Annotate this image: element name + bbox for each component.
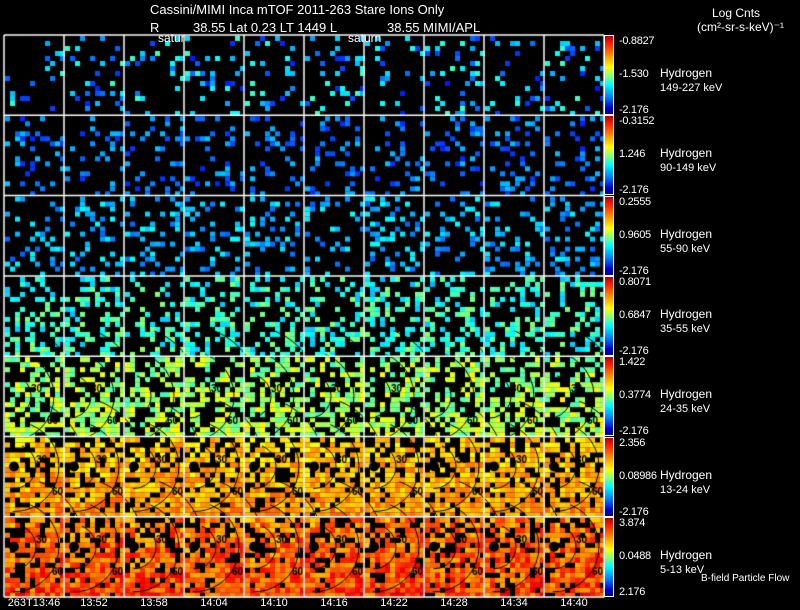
time-tick-label: 14:28 — [440, 597, 468, 609]
ephemeris-info: 38.55 Lat 0.23 LT 1449 L — [193, 20, 338, 35]
time-tick-label: 14:22 — [380, 597, 408, 609]
time-tick-label: 263T13:46 — [7, 597, 61, 609]
colorbar — [604, 437, 614, 517]
energy-range-label: 13-24 keV — [660, 484, 711, 496]
energy-range-label: 90-149 keV — [660, 162, 717, 174]
species-label: Hydrogen — [660, 387, 713, 401]
colorbar-mid-label: -1.530 — [619, 68, 649, 80]
time-tick-label: 14:10 — [260, 597, 288, 609]
ephemeris-l-value: 38.55 MIMI/APL — [387, 20, 481, 35]
colorbar-mid-label: 0.3774 — [619, 389, 651, 401]
colorbar-max-label: 1.422 — [619, 356, 646, 368]
species-label: Hydrogen — [660, 468, 713, 482]
colorbar — [604, 517, 614, 597]
colorbar — [604, 115, 614, 195]
energy-range-label: 149-227 keV — [660, 82, 723, 94]
colorbar — [604, 356, 614, 436]
energy-range-label: 35-55 keV — [660, 323, 711, 335]
time-tick-label: 14:40 — [560, 597, 588, 609]
colorbar-min-label: 2.176 — [619, 586, 646, 598]
colorbar-max-label: -0.3152 — [619, 115, 655, 127]
plot-title: Cassini/MIMI Inca mTOF 2011-263 Stare Io… — [150, 2, 445, 17]
colorbar-max-label: -0.8827 — [619, 35, 655, 47]
colorbar-max-label: 0.2555 — [619, 196, 651, 208]
species-label: Hydrogen — [660, 227, 713, 241]
species-label: Hydrogen — [660, 548, 713, 562]
colorbar-mid-label: 0.0488 — [619, 550, 651, 562]
species-label: Hydrogen — [660, 66, 713, 80]
b-field-particle-flow-label: B-field Particle Flow — [701, 573, 790, 584]
species-label: Hydrogen — [660, 307, 713, 321]
overlay-text-satur: satur — [158, 31, 185, 45]
colorbar-max-label: 0.8071 — [619, 276, 651, 288]
colorbar-max-label: 2.356 — [619, 437, 646, 449]
time-tick-label: 14:16 — [320, 597, 348, 609]
time-tick-label: 13:52 — [80, 597, 108, 609]
energy-range-label: 24-35 keV — [660, 403, 711, 415]
colorbar — [604, 35, 614, 115]
colorbar-max-label: 3.874 — [619, 517, 646, 529]
time-tick-label: 14:34 — [500, 597, 528, 609]
colorbar-mid-label: 0.08986 — [619, 470, 657, 482]
colorbar — [604, 276, 614, 356]
colorbar — [604, 196, 614, 276]
colorbar-mid-label: 0.9605 — [619, 229, 651, 241]
species-label: Hydrogen — [660, 146, 713, 160]
colorbar-mid-label: 0.6847 — [619, 309, 651, 321]
units-formula: (cm²-sr-s-keV)⁻¹ — [697, 20, 784, 34]
overlay-text-saturn: saturn — [348, 31, 382, 45]
time-tick-label: 13:58 — [140, 597, 168, 609]
units-label: Log Cnts — [712, 6, 761, 20]
time-tick-label: 14:04 — [200, 597, 228, 609]
colorbar-mid-label: 1.246 — [619, 148, 646, 160]
energy-range-label: 5-13 keV — [660, 564, 705, 576]
energy-range-label: 55-90 keV — [660, 243, 711, 255]
